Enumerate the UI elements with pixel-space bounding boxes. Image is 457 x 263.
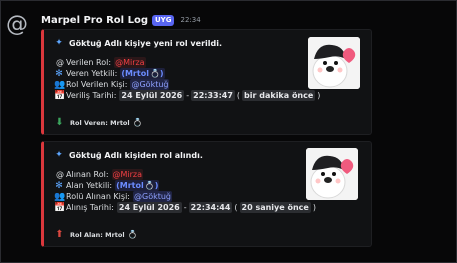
snowflake-icon: ✻ — [55, 68, 63, 79]
paren-close: ) — [312, 203, 316, 212]
footer-text: Rol Veren: Mrtol 💍 — [70, 118, 143, 127]
field-target: 👥 Rolü Alınan Kişi: @Göktuğ — [54, 191, 318, 202]
sparkle-icon: ✦ — [55, 38, 63, 48]
field-label: Rolü Alınan Kişi: — [66, 192, 130, 201]
calendar-icon: 📅 — [54, 202, 66, 213]
embed-title-row: ✦ Göktuğ Adlı kişiye yeni rol verildi. — [54, 38, 222, 48]
at-sign-icon: @ — [56, 58, 64, 67]
bot-name[interactable]: Marpel Pro Rol Log — [41, 15, 148, 26]
field-label: Veren Yetkili: — [66, 69, 118, 78]
user-mention[interactable]: (Mrtol💍) — [115, 180, 160, 191]
users-icon: 👥 — [54, 191, 66, 202]
field-label: Veriliş Tarihi: — [66, 91, 117, 100]
ring-icon: 💍 — [144, 181, 155, 190]
embed-fields: @ Alınan Rol: @Mirza ✻ Alan Yetkili: (Mr… — [54, 169, 318, 213]
field-role: @ Verilen Rol: @Mirza — [54, 57, 322, 68]
user-mention-text: (Mrtol — [121, 69, 149, 78]
message-timestamp[interactable]: 22:34 — [180, 16, 200, 24]
footer-label: Rol Alan: Mrtol — [70, 231, 125, 239]
paren-open: ( — [234, 203, 238, 212]
field-label: Alan Yetkili: — [66, 181, 113, 190]
embed-title: Göktuğ Adlı kişiden rol alındı. — [69, 150, 203, 160]
role-mention[interactable]: @Mirza — [114, 57, 146, 68]
ring-icon: 💍 — [149, 69, 160, 78]
cartoon-character-thumbnail[interactable] — [306, 148, 358, 200]
field-by: ✻ Veren Yetkili: (Mrtol💍) — [54, 68, 322, 79]
app-tag-badge: UYG — [151, 14, 175, 26]
field-label: Alınan Rol: — [66, 170, 109, 179]
relative-time: 20 saniye önce — [239, 202, 311, 213]
bot-avatar-icon[interactable]: @ — [6, 14, 28, 36]
role-removed-embed: ✦ Göktuğ Adlı kişiden rol alındı. @ Alın… — [41, 141, 372, 247]
paren-open: ( — [236, 91, 241, 100]
at-sign-icon: @ — [56, 170, 64, 179]
ring-icon: 💍 — [132, 118, 143, 127]
user-mention[interactable]: (Mrtol💍) — [120, 68, 165, 79]
field-date: 📅 Veriliş Tarihi: 24 Eylül 2026 - 22:33:… — [54, 90, 322, 101]
upload-arrow-icon: ⬆ — [55, 229, 64, 240]
paren-close: ) — [317, 91, 321, 100]
cartoon-character-thumbnail[interactable] — [308, 37, 360, 89]
separator: - — [183, 203, 187, 212]
footer-text: Rol Alan: Mrtol 💍 — [70, 230, 138, 239]
field-label: Alınış Tarihi: — [66, 203, 114, 212]
embed-footer: ⬇ Rol Veren: Mrtol 💍 — [54, 117, 143, 128]
ring-icon: 💍 — [127, 230, 138, 239]
target-mention[interactable]: @Göktuğ — [133, 191, 173, 202]
separator: - — [186, 91, 190, 100]
footer-label: Rol Veren: Mrtol — [70, 119, 130, 127]
date-value: 24 Eylül 2026 — [119, 90, 185, 101]
field-label: Rol Verilen Kişi: — [66, 80, 128, 89]
embed-footer: ⬆ Rol Alan: Mrtol 💍 — [54, 229, 138, 240]
sparkle-icon: ✦ — [55, 150, 63, 160]
snowflake-icon: ✻ — [55, 180, 63, 191]
mention-close: ) — [154, 181, 159, 190]
role-mention[interactable]: @Mirza — [111, 169, 144, 180]
users-icon: 👥 — [54, 79, 66, 90]
embed-title: Göktuğ Adlı kişiye yeni rol verildi. — [69, 38, 223, 48]
embed-title-row: ✦ Göktuğ Adlı kişiden rol alındı. — [54, 150, 203, 160]
field-by: ✻ Alan Yetkili: (Mrtol💍) — [54, 180, 318, 191]
field-target: 👥 Rol Verilen Kişi: @Göktuğ — [54, 79, 322, 90]
time-value: 22:33:47 — [191, 90, 235, 101]
mention-close: ) — [159, 69, 164, 78]
target-mention[interactable]: @Göktuğ — [130, 79, 170, 90]
message-header: Marpel Pro Rol Log UYG 22:34 — [41, 13, 201, 27]
field-label: Verilen Rol: — [66, 58, 112, 67]
calendar-icon: 📅 — [54, 90, 66, 101]
user-mention-text: (Mrtol — [116, 181, 144, 190]
field-role: @ Alınan Rol: @Mirza — [54, 169, 318, 180]
date-value: 24 Eylül 2026 — [116, 202, 182, 213]
time-value: 22:34:44 — [188, 202, 233, 213]
download-arrow-icon: ⬇ — [55, 117, 64, 128]
embed-fields: @ Verilen Rol: @Mirza ✻ Veren Yetkili: (… — [54, 57, 322, 101]
relative-time: bir dakika önce — [242, 90, 316, 101]
field-date: 📅 Alınış Tarihi: 24 Eylül 2026 - 22:34:4… — [54, 202, 318, 213]
role-given-embed: ✦ Göktuğ Adlı kişiye yeni rol verildi. @… — [41, 29, 372, 135]
